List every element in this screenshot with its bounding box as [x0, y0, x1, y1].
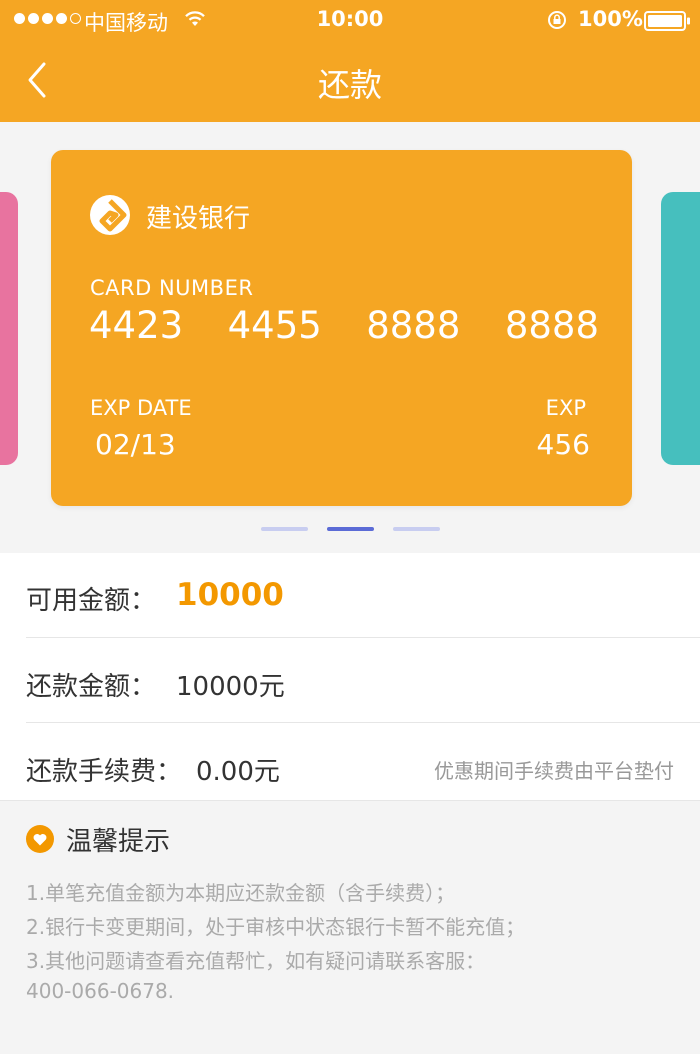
carousel-indicator[interactable]	[260, 527, 308, 531]
card-number-group: 8888	[504, 304, 599, 347]
carousel-indicators	[0, 527, 700, 531]
repay-fee-label: 还款手续费：	[26, 757, 183, 787]
ccb-bank-logo-icon	[90, 195, 130, 235]
battery-icon	[644, 11, 690, 31]
repay-fee-row: 还款手续费： 0.00元 优惠期间手续费由平台垫付	[0, 723, 700, 807]
repay-amount-row: 还款金额： 10000元	[0, 638, 700, 722]
customer-service-phone[interactable]: 400-066-0678.	[26, 979, 174, 1003]
fee-note: 优惠期间手续费由平台垫付	[434, 759, 674, 783]
available-amount-value: 10000	[176, 577, 284, 613]
repay-amount-label: 还款金额：	[26, 672, 157, 702]
bank-name: 建设银行	[146, 204, 251, 234]
exp-label: EXP	[545, 396, 586, 420]
exp-date-value: 02/13	[95, 428, 176, 461]
next-card[interactable]	[661, 192, 700, 465]
bank-card[interactable]: 建设银行 CARD NUMBER 4423 4455 8888 8888 EXP…	[51, 150, 632, 506]
repayment-info: 可用金额： 10000 还款金额： 10000元 还款手续费： 0.00元 优惠…	[0, 553, 700, 800]
page-title: 还款	[317, 66, 382, 104]
status-bar: 中国移动 10:00 100%	[0, 0, 700, 40]
card-number-group: 8888	[366, 304, 461, 347]
available-amount-label: 可用金额：	[26, 586, 157, 616]
available-amount-row: 可用金额： 10000	[0, 553, 700, 637]
previous-card[interactable]	[0, 192, 18, 465]
card-number: 4423 4455 8888 8888	[89, 304, 599, 347]
heart-icon	[26, 825, 54, 853]
repay-fee-value: 0.00元	[196, 757, 280, 787]
repay-amount-value: 10000元	[176, 672, 285, 702]
rotation-lock-icon	[548, 11, 566, 29]
card-number-label: CARD NUMBER	[90, 276, 254, 300]
exp-date-label: EXP DATE	[90, 396, 192, 420]
tip-line: 2.银行卡变更期间，处于审核中状态银行卡暂不能充值；	[26, 915, 526, 939]
battery-percentage: 100%	[578, 7, 643, 31]
card-number-group: 4455	[227, 304, 322, 347]
app-header: 中国移动 10:00 100% 还款	[0, 0, 700, 122]
card-carousel[interactable]: 建设银行 CARD NUMBER 4423 4455 8888 8888 EXP…	[0, 122, 700, 552]
tip-line: 3.其他问题请查看充值帮忙，如有疑问请联系客服：	[26, 949, 486, 973]
exp-value: 456	[536, 428, 590, 461]
carousel-indicator[interactable]	[392, 527, 440, 531]
carousel-indicator-active[interactable]	[326, 527, 374, 531]
tip-line: 1.单笔充值金额为本期应还款金额（含手续费）；	[26, 881, 456, 905]
card-number-group: 4423	[89, 304, 184, 347]
tips-title: 温馨提示	[66, 827, 171, 857]
tips-section: 温馨提示 1.单笔充值金额为本期应还款金额（含手续费）； 2.银行卡变更期间，处…	[0, 800, 700, 1054]
